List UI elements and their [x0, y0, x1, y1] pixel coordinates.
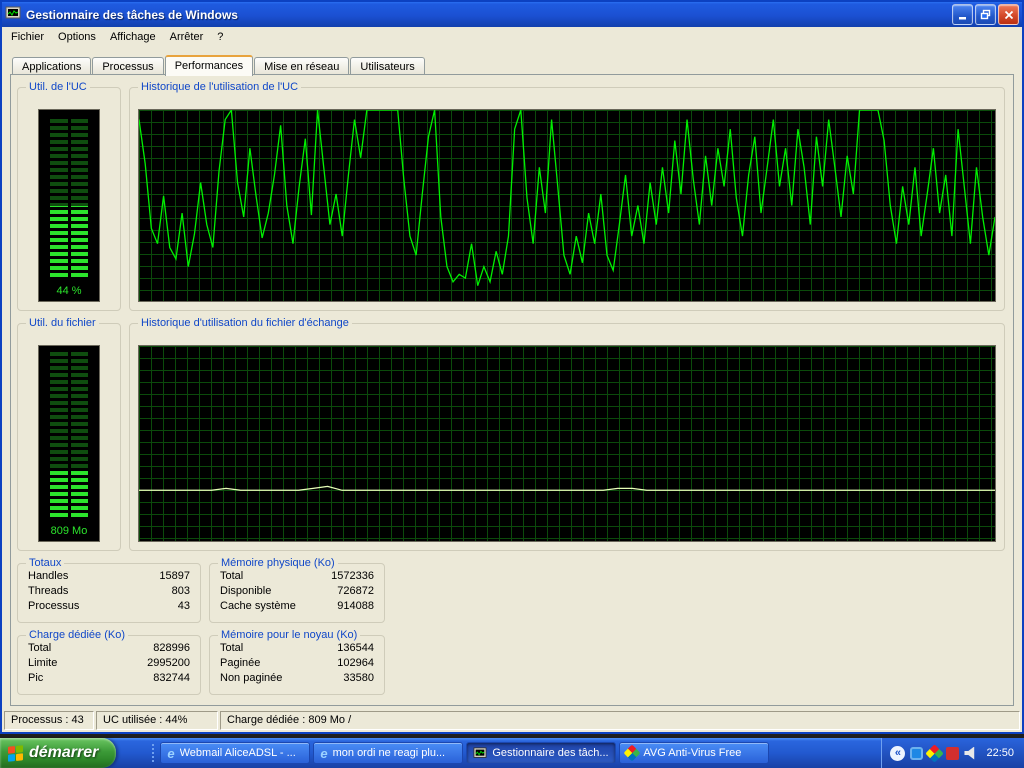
menu-arreter[interactable]: Arrêter [163, 29, 211, 45]
maximize-button[interactable] [975, 4, 996, 25]
taskmgr-icon [473, 746, 487, 760]
cpu-usage-value: 44 % [56, 285, 82, 297]
stat-row: Non paginée 33580 [220, 672, 374, 684]
pagefile-usage-value: 809 Mo [50, 525, 88, 537]
stat-row: Total 828996 [28, 642, 190, 654]
titlebar-buttons [952, 4, 1019, 25]
task-manager-window: Gestionnaire des tâches de Windows Fichi… [0, 0, 1024, 734]
cpu-history-graph [138, 109, 996, 302]
stat-row: Total 1572336 [220, 570, 374, 582]
volume-icon[interactable] [964, 746, 975, 760]
tab-processus[interactable]: Processus [92, 57, 164, 75]
tab-performances[interactable]: Performances [164, 55, 254, 76]
cpu-usage-title: Util. de l'UC [29, 81, 87, 93]
menubar: Fichier Options Affichage Arrêter ? [2, 27, 1022, 47]
status-commit-charge: Charge dédiée : 809 Mo / [220, 711, 1020, 730]
menu-aide[interactable]: ? [210, 29, 230, 45]
cpu-usage-group: Util. de l'UC 44 % [17, 81, 121, 311]
system-tray: « 22:50 [881, 738, 1024, 768]
stat-row: Processus 43 [28, 600, 190, 612]
stat-row: Pic 832744 [28, 672, 190, 684]
kernel-memory-group: Mémoire pour le noyau (Ko) Total 136544 P… [209, 629, 385, 695]
totals-title: Totaux [29, 557, 62, 569]
pagefile-usage-gauge: 809 Mo [38, 345, 100, 542]
pagefile-usage-title: Util. du fichier [29, 317, 96, 329]
close-button[interactable] [998, 4, 1019, 25]
taskbar-item-task-manager[interactable]: Gestionnaire des tâch... [466, 742, 617, 764]
stat-row: Total 136544 [220, 642, 374, 654]
taskbar: démarrer e Webmail AliceADSL - ... e mon… [0, 738, 1024, 768]
desktop: Gestionnaire des tâches de Windows Fichi… [0, 0, 1024, 768]
minimize-button[interactable] [952, 4, 973, 25]
cpu-usage-gauge: 44 % [38, 109, 100, 302]
windows-logo-icon [8, 744, 23, 762]
ie-icon: e [167, 745, 175, 761]
start-button[interactable]: démarrer [0, 738, 117, 768]
start-button-label: démarrer [29, 744, 99, 761]
stat-row: Disponible 726872 [220, 585, 374, 597]
totals-group: Totaux Handles 15897 Threads 803 Processus… [17, 557, 201, 623]
status-processes: Processus : 43 [4, 711, 94, 730]
pagefile-usage-group: Util. du fichier 809 Mo [17, 317, 121, 551]
cpu-gauge-leds [50, 116, 88, 277]
taskbar-item-avg[interactable]: AVG Anti-Virus Free [619, 742, 770, 764]
kernel-memory-title: Mémoire pour le noyau (Ko) [221, 629, 358, 641]
ati-tray-icon[interactable] [946, 746, 960, 760]
clock[interactable]: 22:50 [986, 747, 1014, 759]
cpu-history-group: Historique de l'utilisation de l'UC [129, 81, 1005, 311]
task-manager-icon[interactable] [5, 5, 21, 24]
stat-row: Threads 803 [28, 585, 190, 597]
commit-charge-group: Charge dédiée (Ko) Total 828996 Limite 299… [17, 629, 201, 695]
titlebar: Gestionnaire des tâches de Windows [2, 2, 1022, 27]
pagefile-gauge-leds [50, 352, 88, 517]
stat-row: Paginée 102964 [220, 657, 374, 669]
commit-charge-title: Charge dédiée (Ko) [29, 629, 126, 641]
avg-tray-icon[interactable] [925, 743, 945, 763]
stat-row: Cache système 914088 [220, 600, 374, 612]
cpu-history-title: Historique de l'utilisation de l'UC [141, 81, 299, 93]
tab-utilisateurs[interactable]: Utilisateurs [350, 57, 425, 75]
window-title: Gestionnaire des tâches de Windows [26, 7, 238, 22]
performance-page: Util. de l'UC 44 % Historique de l'utili… [10, 74, 1014, 706]
physical-memory-title: Mémoire physique (Ko) [221, 557, 335, 569]
pagefile-history-graph [138, 345, 996, 542]
tabstrip: Applications Processus Performances Mise… [12, 53, 1012, 76]
quick-launch-divider [116, 738, 160, 768]
pagefile-history-group: Historique d'utilisation du fichier d'éc… [129, 317, 1005, 551]
tab-mise-en-reseau[interactable]: Mise en réseau [254, 57, 350, 75]
ie-icon: e [320, 745, 328, 761]
menu-affichage[interactable]: Affichage [103, 29, 163, 45]
network-tray-icon[interactable] [910, 746, 924, 760]
status-cpu-usage: UC utilisée : 44% [96, 711, 218, 730]
avg-icon [623, 744, 641, 762]
stat-row: Limite 2995200 [28, 657, 190, 669]
menu-fichier[interactable]: Fichier [4, 29, 51, 45]
pagefile-history-title: Historique d'utilisation du fichier d'éc… [141, 317, 349, 329]
tab-applications[interactable]: Applications [12, 57, 92, 75]
taskbar-item-webmail[interactable]: e Webmail AliceADSL - ... [160, 742, 311, 764]
physical-memory-group: Mémoire physique (Ko) Total 1572336 Dispo… [209, 557, 385, 623]
taskbar-item-mon-ordi[interactable]: e mon ordi ne reagi plu... [313, 742, 464, 764]
stat-row: Handles 15897 [28, 570, 190, 582]
status-bar: Processus : 43 UC utilisée : 44% Charge … [4, 709, 1020, 730]
menu-options[interactable]: Options [51, 29, 103, 45]
hidden-icons-chevron[interactable]: « [890, 745, 906, 761]
